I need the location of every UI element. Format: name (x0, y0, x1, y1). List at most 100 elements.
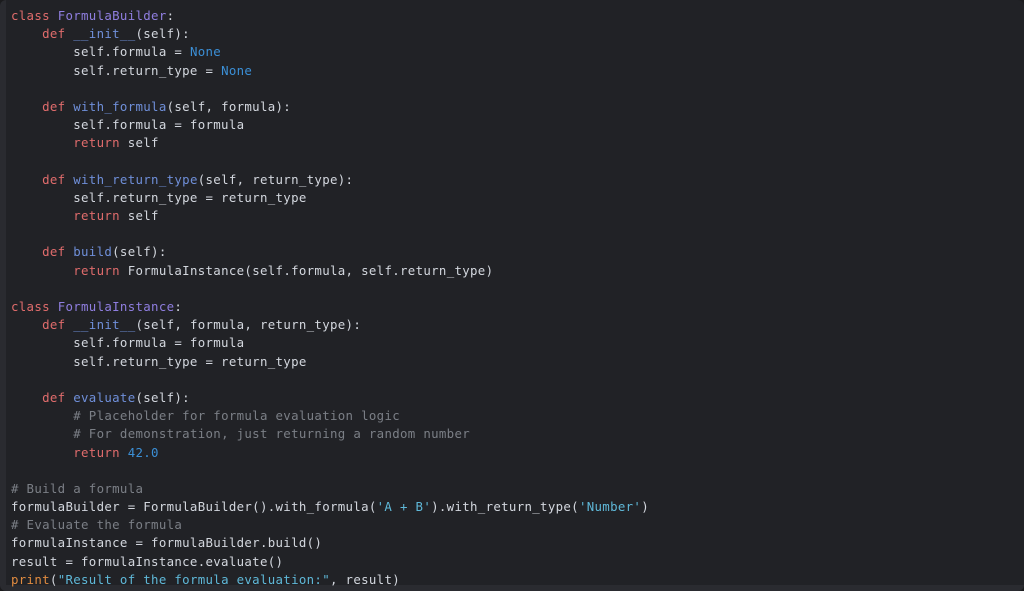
code-token-funcname: __init__ (73, 26, 136, 42)
code-token-plain: self.return_type = (11, 62, 222, 78)
code-token-def: def (42, 317, 66, 333)
code-token-funcname: build (73, 244, 113, 260)
code-token-def: def (42, 171, 66, 187)
code-token-string: "Result of the formula evaluation:" (57, 571, 330, 587)
code-token-string: 'A + B' (376, 499, 432, 515)
code-token-comment: # Evaluate the formula (11, 517, 183, 533)
code-line: self.formula = formula (11, 334, 1024, 352)
code-token-class: class (11, 8, 50, 23)
code-token-plain: ( (49, 571, 58, 587)
code-token-number: 42.0 (127, 444, 159, 460)
code-token-punct: (self, formula, return_type): (135, 317, 362, 333)
code-token-comment: # Placeholder for formula evaluation log… (73, 408, 401, 424)
code-line: def __init__(self): (11, 25, 1024, 43)
code-line: self.return_type = return_type (11, 353, 1024, 371)
code-line: class FormulaBuilder: (11, 7, 1024, 25)
code-token-plain: self (119, 135, 159, 151)
code-lines-container[interactable]: class FormulaBuilder: def __init__(self)… (0, 5, 1024, 589)
code-token-plain: formulaInstance = formulaBuilder.build() (11, 535, 323, 551)
code-token-def: def (42, 389, 66, 405)
code-token-plain: self.formula = formula (11, 117, 245, 133)
code-token-punct: (self): (112, 244, 167, 260)
code-token-comment: # For demonstration, just returning a ra… (73, 426, 471, 442)
code-line: # Evaluate the formula (11, 516, 1024, 534)
code-line: # Placeholder for formula evaluation log… (11, 407, 1024, 425)
code-token-funcname: __init__ (73, 317, 136, 333)
code-token-plain: formulaBuilder = FormulaBuilder().with_f… (11, 499, 377, 515)
code-token-def: def (42, 244, 66, 260)
code-token-plain: self.formula = (11, 44, 190, 60)
code-token-punct: : (174, 299, 183, 314)
code-token-def: def (42, 26, 66, 42)
code-token-const: None (221, 62, 253, 78)
code-token-funcname: with_formula (73, 98, 167, 114)
code-line: self.formula = formula (11, 116, 1024, 134)
code-line: return self (11, 207, 1024, 225)
code-line: result = formulaInstance.evaluate() (11, 553, 1024, 571)
code-line: class FormulaInstance: (11, 298, 1024, 316)
code-line: def __init__(self, formula, return_type)… (11, 316, 1024, 334)
code-token-keyword: return (73, 208, 120, 224)
code-token-punct: : (166, 8, 175, 23)
code-line: return FormulaInstance(self.formula, sel… (11, 262, 1024, 280)
code-token-funcname: evaluate (73, 389, 136, 405)
code-token-keyword: return (73, 262, 120, 278)
code-token-punct: (self, formula): (166, 98, 292, 114)
code-block: class FormulaBuilder: def __init__(self)… (0, 0, 1024, 591)
code-token-classname: FormulaBuilder (57, 8, 167, 23)
code-line: return self (11, 134, 1024, 152)
code-token-punct: (self): (135, 389, 190, 405)
code-token-builtin: print (11, 571, 50, 587)
code-token-punct: (self): (135, 26, 190, 42)
code-token-plain: self.formula = formula (11, 335, 245, 351)
code-token-plain: ).with_return_type( (431, 499, 579, 515)
code-token-funcname: with_return_type (73, 171, 198, 187)
code-line: # Build a formula (11, 480, 1024, 498)
code-line: def with_return_type(self, return_type): (11, 171, 1024, 189)
code-line: formulaBuilder = FormulaBuilder().with_f… (11, 498, 1024, 516)
code-line: def evaluate(self): (11, 389, 1024, 407)
code-token-plain: result = formulaInstance.evaluate() (11, 553, 284, 569)
code-token-const: None (189, 44, 222, 60)
code-token-keyword: return (73, 444, 120, 460)
code-line: return 42.0 (11, 444, 1024, 462)
code-token-class: class (11, 299, 50, 314)
code-token-plain: self.return_type = return_type (11, 353, 307, 369)
code-line: self.return_type = None (11, 62, 1024, 80)
code-token-def: def (42, 98, 66, 114)
code-token-punct: (self, return_type): (197, 171, 354, 187)
code-token-plain: , result) (329, 571, 401, 587)
code-token-plain: FormulaInstance(self.formula, self.retur… (119, 262, 494, 278)
code-line: print("Result of the formula evaluation:… (11, 571, 1024, 589)
code-token-keyword: return (73, 135, 120, 151)
code-line: formulaInstance = formulaBuilder.build() (11, 534, 1024, 552)
code-line: def with_formula(self, formula): (11, 98, 1024, 116)
code-token-plain: self (119, 208, 159, 224)
code-token-classname: FormulaInstance (57, 299, 175, 314)
code-token-plain: ) (641, 499, 649, 515)
code-token-string: 'Number' (578, 499, 642, 515)
code-token-comment: # Build a formula (11, 480, 144, 496)
code-line: self.formula = None (11, 43, 1024, 61)
code-token-plain: self.return_type = return_type (11, 189, 307, 205)
